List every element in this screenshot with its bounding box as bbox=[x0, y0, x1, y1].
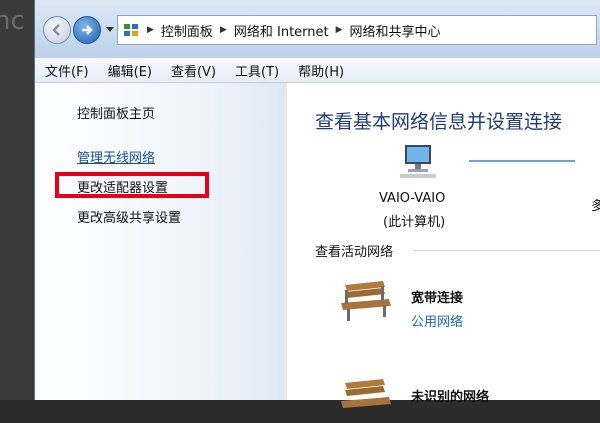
active-networks-label: 查看活动网络 bbox=[315, 245, 394, 260]
computer-subtitle: (此计算机) bbox=[383, 215, 446, 230]
control-panel-icon bbox=[122, 21, 140, 39]
park-bench-icon bbox=[341, 281, 391, 321]
back-button[interactable] bbox=[43, 16, 71, 44]
menu-file[interactable]: 文件(F) bbox=[35, 61, 98, 80]
sidebar-advanced-sharing-settings[interactable]: 更改高级共享设置 bbox=[77, 207, 181, 226]
network-map-line bbox=[469, 160, 575, 162]
breadcrumb-separator-icon: ▶ bbox=[219, 25, 227, 35]
menu-help[interactable]: 帮助(H) bbox=[288, 61, 353, 80]
page-title: 查看基本网络信息并设置连接 bbox=[315, 111, 563, 133]
breadcrumb-network-internet[interactable]: 网络和 Internet bbox=[234, 21, 329, 40]
back-arrow-icon bbox=[52, 24, 60, 36]
clipped-label: 多 bbox=[591, 199, 600, 214]
breadcrumb-separator-icon: ▶ bbox=[147, 25, 154, 35]
sidebar-manage-wireless[interactable]: 管理无线网络 bbox=[77, 147, 155, 166]
highlight-box bbox=[55, 172, 209, 198]
forward-button[interactable] bbox=[73, 16, 101, 44]
network-name: 未识别的网络 bbox=[411, 390, 490, 405]
computer-name: VAIO-VAIO bbox=[379, 191, 446, 206]
menu-tools[interactable]: 工具(T) bbox=[225, 61, 288, 80]
breadcrumb-control-panel[interactable]: 控制面板 bbox=[161, 21, 213, 40]
park-bench-icon bbox=[341, 379, 391, 408]
network-type-link[interactable]: 公用网络 bbox=[411, 311, 463, 330]
breadcrumb-network-sharing-center[interactable]: 网络和共享中心 bbox=[350, 21, 441, 40]
sidebar-control-panel-home[interactable]: 控制面板主页 bbox=[77, 103, 155, 122]
forward-arrow-icon bbox=[82, 25, 93, 35]
menu-bar: 文件(F) 编辑(E) 查看(V) 工具(T) 帮助(H) bbox=[35, 58, 600, 83]
network-sharing-center-window: ▶ 控制面板 ▶ 网络和 Internet ▶ 网络和共享中心 文件(F) 编辑… bbox=[34, 0, 600, 408]
section-divider bbox=[413, 250, 600, 251]
breadcrumb[interactable]: ▶ 控制面板 ▶ 网络和 Internet ▶ 网络和共享中心 bbox=[117, 15, 597, 45]
main-content: 查看基本网络信息并设置连接 多 VAIO-VAIO (此计算机) 查看活动网络 … bbox=[287, 83, 600, 408]
background-partial-text: hc bbox=[0, 6, 25, 36]
sidebar: 控制面板主页 管理无线网络 更改适配器设置 更改高级共享设置 bbox=[35, 83, 287, 400]
background-desktop: hc bbox=[0, 0, 34, 400]
breadcrumb-separator-icon: ▶ bbox=[335, 25, 343, 35]
network-name: 宽带连接 bbox=[411, 291, 464, 306]
address-bar-area: ▶ 控制面板 ▶ 网络和 Internet ▶ 网络和共享中心 bbox=[35, 0, 600, 59]
menu-edit[interactable]: 编辑(E) bbox=[98, 61, 161, 80]
recent-pages-dropdown-icon[interactable] bbox=[106, 27, 114, 32]
computer-icon bbox=[400, 145, 436, 178]
menu-view[interactable]: 查看(V) bbox=[161, 61, 225, 80]
